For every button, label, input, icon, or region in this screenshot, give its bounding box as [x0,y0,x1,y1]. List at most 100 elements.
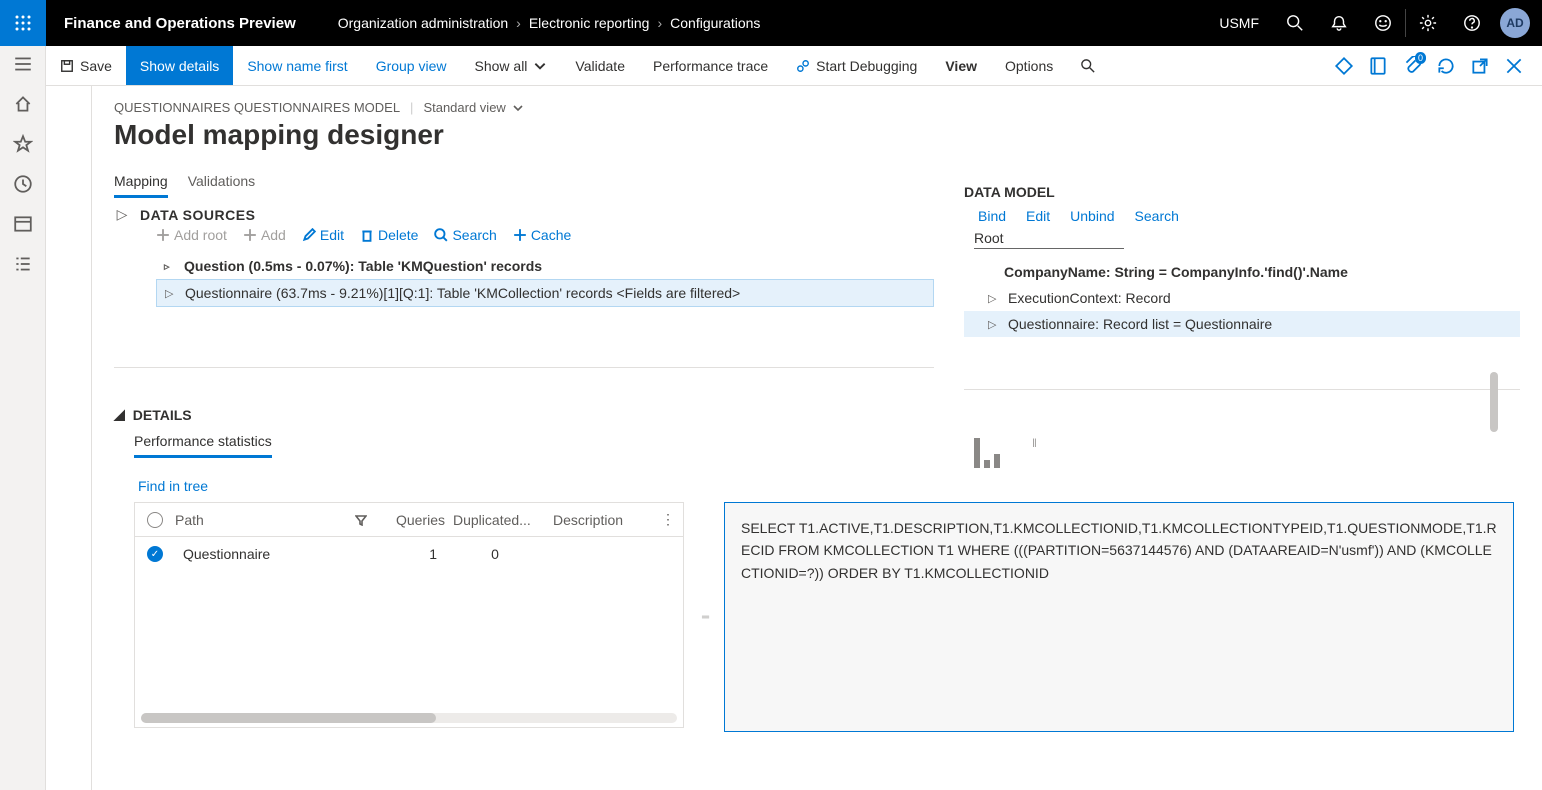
star-icon[interactable] [13,134,33,154]
search-icon[interactable] [1273,0,1317,46]
details-section: ◢ DETAILS Performance statistics Find in… [114,406,1520,732]
collapse-icon[interactable]: ▷ [114,206,130,223]
root-label: Root [974,230,1124,249]
view-selector[interactable]: Standard view [423,100,523,115]
scrollbar-horizontal[interactable] [141,713,677,723]
tree-row-label: Questionnaire (63.7ms - 9.21%)[1][Q:1]: … [185,285,740,301]
details-header[interactable]: ◢ DETAILS [114,406,1520,423]
avatar[interactable]: AD [1500,8,1530,38]
splitter-horizontal[interactable]: ═ [702,612,706,623]
search-command-icon[interactable] [1067,46,1109,85]
tree-row-questionnaire[interactable]: ▷ Questionnaire (63.7ms - 9.21%)[1][Q:1]… [156,279,934,307]
view-name-label: Standard view [423,100,505,115]
data-sources-pane: ▷ DATA SOURCES Add root Add Edit Delete … [114,202,934,390]
cache-button[interactable]: Cache [513,227,571,243]
divider [964,389,1520,390]
clock-icon[interactable] [13,174,33,194]
splitter-vertical[interactable]: ‖ [1032,440,1037,446]
unbind-button[interactable]: Unbind [1066,208,1114,224]
tree-row-question[interactable]: ▹ Question (0.5ms - 0.07%): Table 'KMQue… [156,253,934,279]
command-bar: Save Show details Show name first Group … [0,46,1542,86]
tab-validations[interactable]: Validations [188,173,255,198]
breadcrumb-item[interactable]: Configurations [670,15,760,31]
performance-grid: Path Queries Duplicated... Description ⋮… [134,502,684,728]
expand-icon[interactable]: ▷ [988,318,998,331]
attachment-icon[interactable]: 0 [1402,56,1422,76]
performance-trace-button[interactable]: Performance trace [639,46,782,85]
collapse-icon[interactable]: ◢ [114,406,125,423]
start-debugging-button[interactable]: Start Debugging [782,46,931,85]
column-duplicated[interactable]: Duplicated... [445,512,545,528]
grid-body: Questionnaire 1 0 [135,537,683,727]
show-details-label: Show details [140,58,219,74]
chevron-down-icon [533,59,547,73]
data-sources-tree: ▹ Question (0.5ms - 0.07%): Table 'KMQue… [156,253,934,307]
save-button[interactable]: Save [46,46,126,85]
delete-button[interactable]: Delete [360,227,418,243]
add-button[interactable]: Add [243,227,286,243]
save-label: Save [80,58,112,74]
funnel-icon[interactable] [355,514,367,526]
show-name-first-button[interactable]: Show name first [233,46,361,85]
show-name-first-label: Show name first [247,58,347,74]
app-launcher-icon[interactable] [0,0,46,46]
more-icon[interactable]: ⋮ [653,511,683,528]
column-queries[interactable]: Queries [375,512,445,528]
table-row[interactable]: Questionnaire 1 0 [135,537,683,571]
edit-button[interactable]: Edit [1022,208,1050,224]
view-label: View [945,58,977,74]
group-view-button[interactable]: Group view [362,46,461,85]
workspace-icon[interactable] [13,214,33,234]
search-button[interactable]: Search [1131,208,1179,224]
search-button[interactable]: Search [434,227,496,243]
options-label: Options [1005,58,1053,74]
gear-icon[interactable] [1406,0,1450,46]
popout-icon[interactable] [1470,56,1490,76]
tree-row-executioncontext[interactable]: ▷ ExecutionContext: Record [964,285,1520,311]
page-title: Model mapping designer [114,119,1520,151]
tab-performance-statistics[interactable]: Performance statistics [134,433,272,458]
view-menu[interactable]: View [931,46,991,85]
refresh-icon[interactable] [1436,56,1456,76]
select-all-radio[interactable] [147,512,163,528]
hamburger-icon[interactable] [13,54,33,74]
topbar-right: USMF AD [1205,0,1542,46]
column-path[interactable]: Path [175,512,204,528]
bell-icon[interactable] [1317,0,1361,46]
modules-icon[interactable] [13,254,33,274]
close-icon[interactable] [1504,56,1524,76]
row-select-radio[interactable] [147,546,163,562]
edit-button[interactable]: Edit [302,227,344,243]
expand-icon[interactable]: ▹ [164,260,174,273]
home-icon[interactable] [13,94,33,114]
show-details-button[interactable]: Show details [126,46,233,85]
data-sources-toolbar: Add root Add Edit Delete Search Cache [156,227,934,243]
show-all-dropdown[interactable]: Show all [461,46,562,85]
smiley-icon[interactable] [1361,0,1405,46]
tab-mapping[interactable]: Mapping [114,173,168,198]
breadcrumb-item[interactable]: Organization administration [338,15,508,31]
help-icon[interactable] [1450,0,1494,46]
app-title: Finance and Operations Preview [46,15,320,32]
diamond-icon[interactable] [1334,56,1354,76]
book-icon[interactable] [1368,56,1388,76]
scrollbar-thumb[interactable] [1490,372,1498,432]
tree-row-companyname[interactable]: CompanyName: String = CompanyInfo.'find(… [964,259,1520,285]
column-description[interactable]: Description [545,512,653,528]
breadcrumb-item[interactable]: Electronic reporting [529,15,650,31]
expand-icon[interactable]: ▷ [988,292,998,305]
find-in-tree-link[interactable]: Find in tree [138,478,1520,494]
bind-button[interactable]: Bind [974,208,1006,224]
main-content: QUESTIONNAIRES QUESTIONNAIRES MODEL | St… [92,86,1542,790]
expand-icon[interactable]: ▷ [165,287,175,300]
options-menu[interactable]: Options [991,46,1067,85]
environment-label[interactable]: USMF [1205,15,1273,31]
performance-trace-label: Performance trace [653,58,768,74]
add-root-button[interactable]: Add root [156,227,227,243]
tree-row-questionnaire[interactable]: ▷ Questionnaire: Record list = Questionn… [964,311,1520,337]
validate-button[interactable]: Validate [561,46,639,85]
left-nav-rail [0,46,46,790]
sql-preview[interactable]: SELECT T1.ACTIVE,T1.DESCRIPTION,T1.KMCOL… [724,502,1514,732]
start-debugging-label: Start Debugging [816,58,917,74]
show-all-label: Show all [475,58,528,74]
